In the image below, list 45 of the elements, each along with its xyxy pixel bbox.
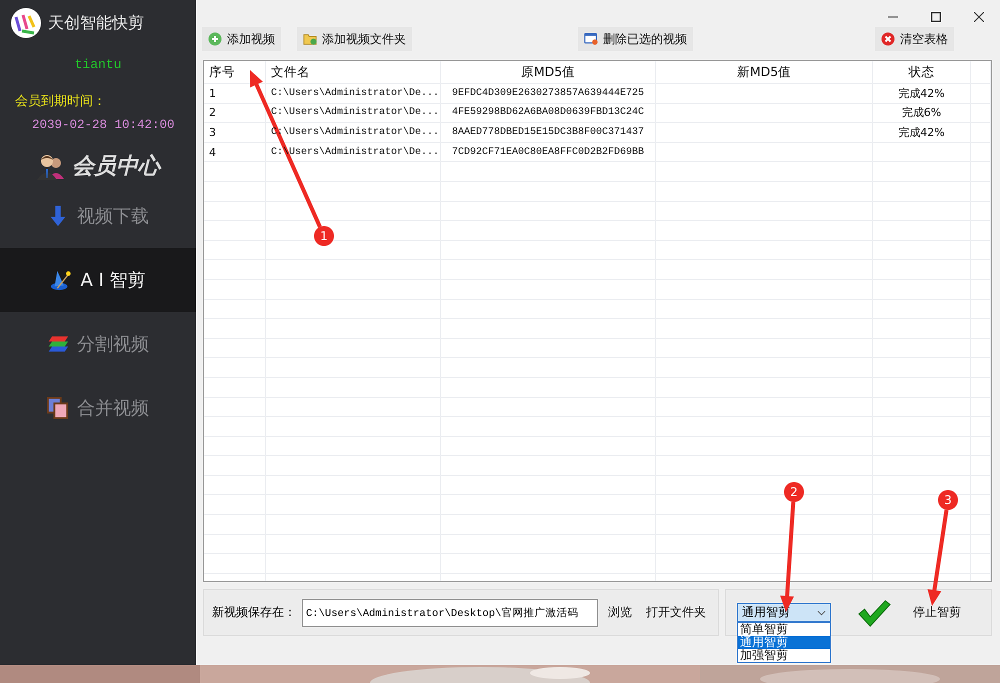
logo-icon <box>10 7 42 39</box>
table-cell: 完成42% <box>873 123 971 142</box>
browse-button[interactable]: 浏览 <box>604 604 636 621</box>
wizard-hat-icon <box>50 269 72 291</box>
chevron-icon <box>817 610 826 616</box>
checkmark-icon <box>857 598 891 628</box>
stop-button[interactable]: 停止智剪 <box>909 604 965 621</box>
column-header[interactable]: 原MD5值 <box>441 61 656 83</box>
column-header[interactable]: 文件名 <box>266 61 441 83</box>
expiry-label: 会员到期时间： <box>15 93 107 110</box>
table-cell: 3 <box>204 123 266 142</box>
table-cell: 7CD92CF71EA0C80EA8FFC0D2B2FD69BB <box>441 142 656 162</box>
film-frames-icon <box>47 397 69 419</box>
column-header[interactable]: 新MD5值 <box>656 61 873 83</box>
folder-add-icon <box>303 32 317 46</box>
column-header[interactable]: 状态 <box>873 61 971 83</box>
table-cell: 4 <box>204 142 266 162</box>
table-cell: 9EFDC4D309E2630273857A639444E725 <box>441 84 656 103</box>
open-folder-button[interactable]: 打开文件夹 <box>642 604 710 621</box>
save-label: 新视频保存在： <box>212 604 296 621</box>
toolbar-button[interactable]: 清空表格 <box>875 27 954 51</box>
save-path-field[interactable]: C:\Users\Administrator\Desktop\官网推广激活码 <box>302 598 598 626</box>
expiry-date: 2039-02-28 10:42:00 <box>32 118 176 132</box>
nav-item[interactable]: 分割视频 <box>0 312 196 376</box>
table-cell: 完成42% <box>873 84 971 103</box>
add-icon <box>208 32 222 46</box>
toolbar-button[interactable]: 添加视频文件夹 <box>297 27 412 51</box>
toolbar-button[interactable]: 删除已选的视频 <box>578 27 693 51</box>
table-cell: 4FE59298BD62A6BA08D0639FBD13C24C <box>441 104 656 122</box>
nav-item[interactable]: 视频下载 <box>0 184 196 248</box>
toolbar-button[interactable]: 添加视频 <box>202 27 281 51</box>
nav-item[interactable]: 合并视频 <box>0 376 196 440</box>
nav-item[interactable]: A I 智剪 <box>0 248 196 312</box>
table-cell: 完成6% <box>873 104 971 122</box>
dropdown-option[interactable]: 加强智剪 <box>738 649 830 662</box>
dropdown-option[interactable]: 简单智剪 <box>738 623 830 636</box>
clear-icon <box>881 32 895 46</box>
dropdown-option[interactable]: 通用智剪 <box>738 636 830 649</box>
maximize-icon[interactable] <box>931 12 941 22</box>
username: tiantu <box>74 57 122 72</box>
window-remove-icon <box>584 32 598 46</box>
member-center-link[interactable]: 会员中心 <box>72 151 160 181</box>
app-title: 天创智能快剪 <box>48 12 144 34</box>
close-icon[interactable] <box>974 12 984 22</box>
table-cell: 8AAED778DBED15E15DC3B8F00C371437 <box>441 123 656 142</box>
